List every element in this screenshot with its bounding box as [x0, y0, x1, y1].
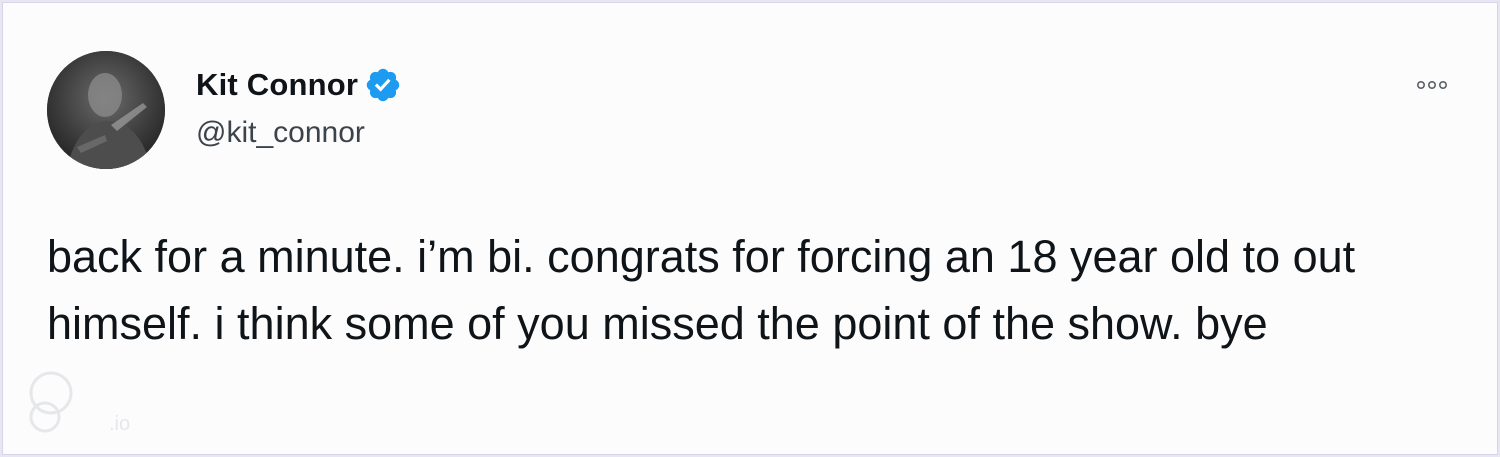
- more-options-icon[interactable]: [1411, 75, 1457, 95]
- verified-badge-icon: [364, 66, 402, 104]
- user-handle[interactable]: @kit_connor: [196, 116, 365, 150]
- tweet-text: back for a minute. i’m bi. congrats for …: [47, 231, 1356, 349]
- watermark-logo-icon: [29, 371, 73, 433]
- avatar[interactable]: [47, 51, 165, 169]
- tweet-card: Kit Connor @kit_connor back for a minute…: [2, 2, 1498, 455]
- avatar-photo: [47, 51, 165, 169]
- watermark: .io: [25, 369, 225, 439]
- display-name[interactable]: Kit Connor: [196, 67, 358, 103]
- author-name-row: Kit Connor: [196, 65, 402, 105]
- watermark-text: .io: [109, 413, 131, 435]
